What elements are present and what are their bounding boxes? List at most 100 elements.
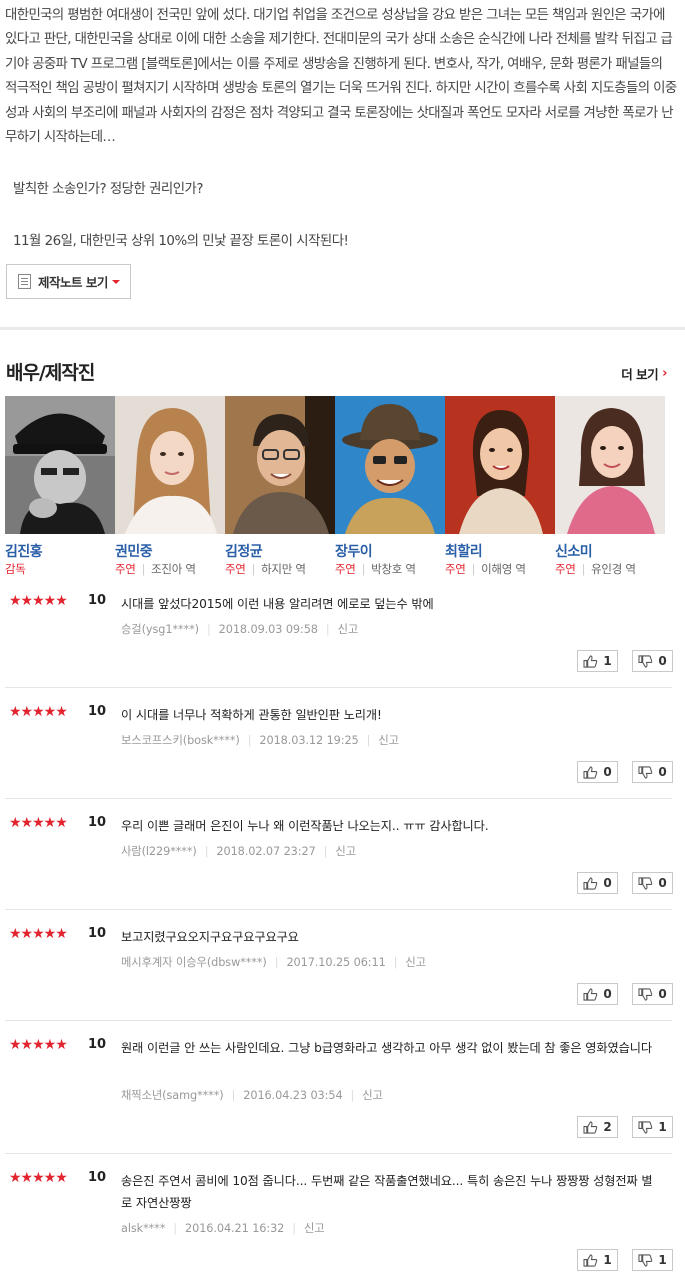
- section-divider: [0, 327, 685, 330]
- cast-card[interactable]: 김정균 주연 | 하지만 역: [225, 396, 335, 576]
- cast-card[interactable]: 최할리 주연 | 이해영 역: [445, 396, 555, 576]
- more-label: 더 보기: [621, 367, 659, 382]
- rating-score: 10: [88, 815, 107, 830]
- cast-card[interactable]: 신소미 주연 | 유인경 역: [555, 396, 665, 576]
- cast-character: 이해영 역: [481, 562, 526, 576]
- rating-stars: ★★★★★: [9, 815, 68, 831]
- cast-photo[interactable]: [115, 396, 225, 534]
- cast-photo[interactable]: [335, 396, 445, 534]
- rating-score: 10: [88, 926, 107, 941]
- document-icon: [18, 274, 31, 289]
- dislike-button[interactable]: 0: [632, 983, 673, 1005]
- cast-photo[interactable]: [555, 396, 665, 534]
- dislike-button[interactable]: 0: [632, 872, 673, 894]
- review-author[interactable]: 보스코프스키(bosk****): [121, 734, 240, 747]
- cast-character: 유인경 역: [591, 562, 636, 576]
- review-date: 2018.03.12 19:25: [259, 734, 359, 747]
- cast-card[interactable]: 김진홍 감독: [5, 396, 115, 576]
- report-link[interactable]: 신고: [338, 623, 359, 636]
- cast-role-type: 주연: [335, 562, 356, 576]
- cast-name[interactable]: 김정균: [225, 541, 263, 561]
- like-button[interactable]: 1: [577, 650, 618, 672]
- review-date: 2016.04.23 03:54: [243, 1089, 343, 1102]
- review-date: 2017.10.25 06:11: [286, 956, 386, 969]
- review-meta: alsk**** | 2016.04.21 16:32 | 신고: [121, 1222, 325, 1235]
- rating-stars: ★★★★★: [9, 704, 68, 720]
- thumbs-down-icon: [638, 1253, 653, 1267]
- like-count: 0: [603, 987, 612, 1001]
- more-link[interactable]: 더 보기 ›: [621, 364, 667, 383]
- dislike-button[interactable]: 0: [632, 761, 673, 783]
- review-author[interactable]: 사람(l229****): [121, 845, 197, 858]
- like-button[interactable]: 1: [577, 1249, 618, 1271]
- thumbs-down-icon: [638, 765, 653, 779]
- review-text: 송은진 주연서 콤비에 10점 줍니다... 두번째 같은 작품출연했네요...…: [121, 1174, 653, 1210]
- review-author[interactable]: alsk****: [121, 1222, 165, 1235]
- cast-name[interactable]: 김진홍: [5, 541, 43, 561]
- cast-photo[interactable]: [5, 396, 115, 534]
- tagline-question: 발칙한 소송인가? 정당한 권리인가?: [13, 182, 203, 197]
- cast-list: 김진홍 감독 권민중 주연 | 조진아 역 김정균 주연 | 하지만 역 장두이…: [5, 396, 677, 581]
- cast-card[interactable]: 장두이 주연 | 박창호 역: [335, 396, 445, 576]
- review-author[interactable]: 메시후계자 이승우(dbsw****): [121, 956, 267, 969]
- review-author[interactable]: 승걸(ysg1****): [121, 623, 199, 636]
- cast-photo[interactable]: [445, 396, 555, 534]
- review-divider: [5, 798, 672, 799]
- rating-score: 10: [88, 704, 107, 719]
- like-count: 0: [603, 876, 612, 890]
- cast-name[interactable]: 권민중: [115, 541, 153, 561]
- review-text: 우리 이쁜 글래머 은진이 누나 왜 이런작품난 나오는지.. ㅠㅠ 감사합니다…: [121, 819, 489, 833]
- caret-down-icon: [111, 279, 120, 284]
- review-divider: [5, 687, 672, 688]
- dislike-count: 0: [658, 765, 667, 779]
- review-divider: [5, 1020, 672, 1021]
- cast-role-type: 주연: [445, 562, 466, 576]
- review-meta: 보스코프스키(bosk****) | 2018.03.12 19:25 | 신고: [121, 734, 399, 747]
- cast-role-type: 주연: [555, 562, 576, 576]
- thumbs-down-icon: [638, 876, 653, 890]
- cast-character: 조진아 역: [151, 562, 196, 576]
- cast-name[interactable]: 신소미: [555, 541, 593, 561]
- production-note-label: 제작노트 보기: [38, 275, 108, 290]
- rating-stars: ★★★★★: [9, 1170, 68, 1186]
- cast-name[interactable]: 장두이: [335, 541, 373, 561]
- review-date: 2018.02.07 23:27: [216, 845, 316, 858]
- cast-photo[interactable]: [225, 396, 335, 534]
- separator: |: [581, 562, 586, 576]
- dislike-button[interactable]: 1: [632, 1249, 673, 1271]
- thumbs-up-icon: [583, 765, 598, 779]
- rating-score: 10: [88, 1037, 107, 1052]
- report-link[interactable]: 신고: [335, 845, 356, 858]
- tagline-release: 11월 26일, 대한민국 상위 10%의 민낯 끝장 토론이 시작된다!: [13, 234, 349, 249]
- rating-stars: ★★★★★: [9, 593, 68, 609]
- review-meta: 메시후계자 이승우(dbsw****) | 2017.10.25 06:11 | 신고: [121, 956, 426, 969]
- like-count: 2: [603, 1120, 612, 1134]
- report-link[interactable]: 신고: [405, 956, 426, 969]
- thumbs-up-icon: [583, 1120, 598, 1134]
- report-link[interactable]: 신고: [304, 1222, 325, 1235]
- rating-score: 10: [88, 1170, 107, 1185]
- cast-name[interactable]: 최할리: [445, 541, 483, 561]
- dislike-button[interactable]: 0: [632, 650, 673, 672]
- like-button[interactable]: 0: [577, 983, 618, 1005]
- report-link[interactable]: 신고: [362, 1089, 383, 1102]
- review-date: 2016.04.21 16:32: [185, 1222, 285, 1235]
- production-note-button[interactable]: 제작노트 보기: [6, 264, 131, 299]
- chevron-right-icon: ›: [662, 366, 667, 381]
- cast-role-type: 주연: [225, 562, 246, 576]
- review-author[interactable]: 채찍소년(samg****): [121, 1089, 224, 1102]
- dislike-button[interactable]: 1: [632, 1116, 673, 1138]
- like-button[interactable]: 0: [577, 872, 618, 894]
- separator: |: [251, 562, 256, 576]
- dislike-count: 0: [658, 987, 667, 1001]
- review-date: 2018.09.03 09:58: [218, 623, 318, 636]
- report-link[interactable]: 신고: [378, 734, 399, 747]
- review-text: 보고지렸구요오지구요구요구요구요: [121, 930, 299, 944]
- like-button[interactable]: 0: [577, 761, 618, 783]
- dislike-count: 0: [658, 654, 667, 668]
- cast-card[interactable]: 권민중 주연 | 조진아 역: [115, 396, 225, 576]
- review-text: 시대를 앞섰다2015에 이런 내용 알리려면 에로로 덮는수 밖에: [121, 597, 434, 611]
- like-button[interactable]: 2: [577, 1116, 618, 1138]
- thumbs-up-icon: [583, 987, 598, 1001]
- review-meta: 채찍소년(samg****) | 2016.04.23 03:54 | 신고: [121, 1089, 383, 1102]
